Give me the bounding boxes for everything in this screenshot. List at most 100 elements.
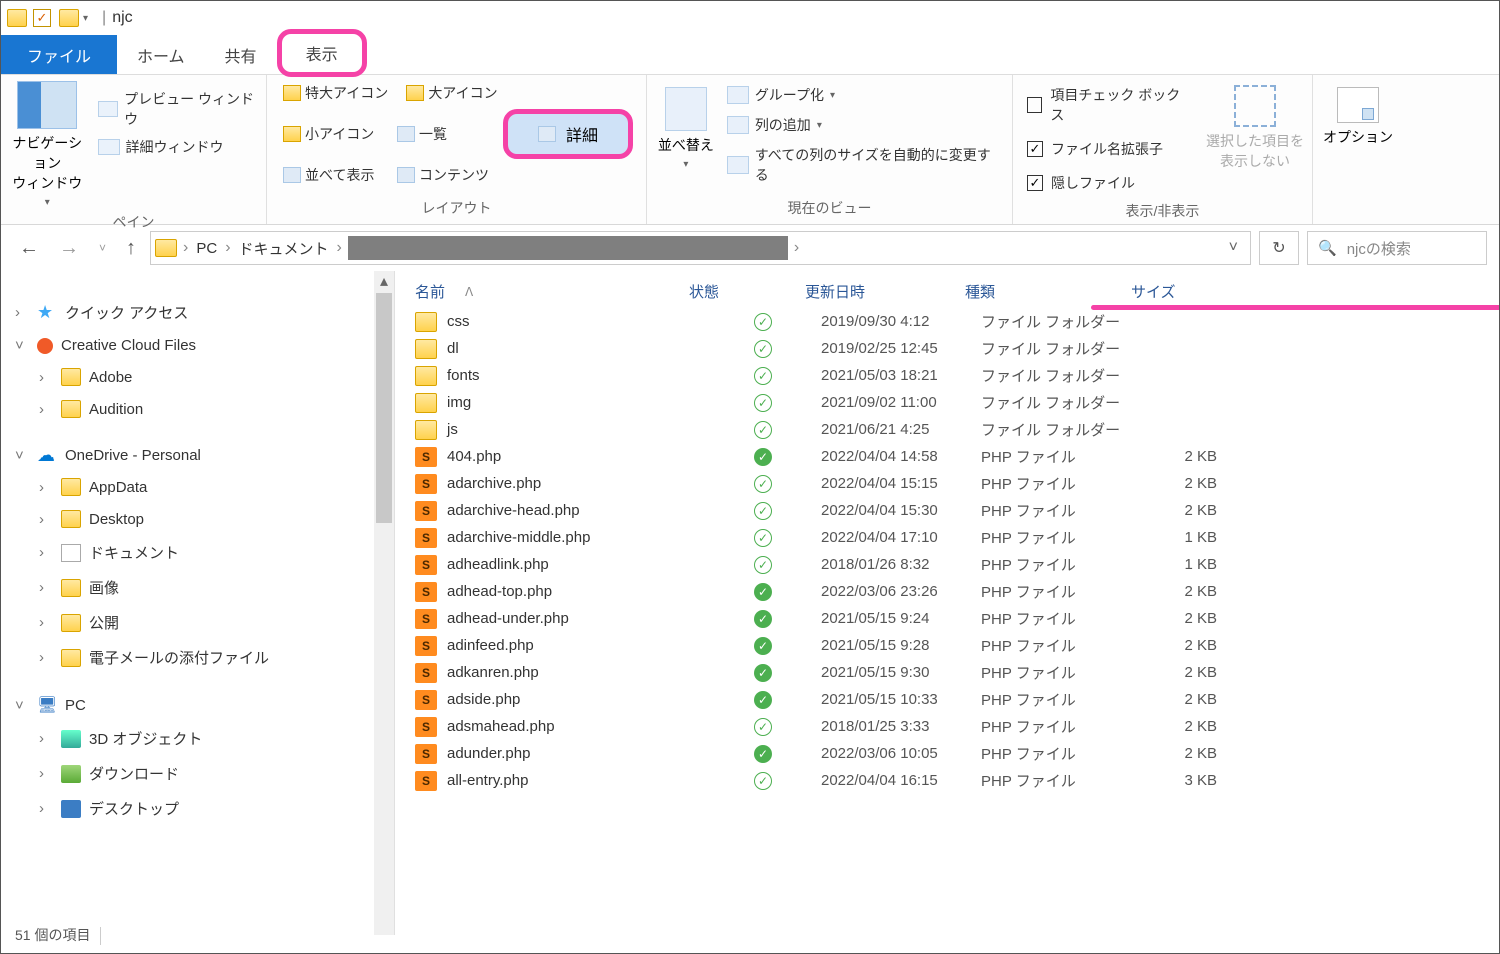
- expand-icon[interactable]: ›: [15, 304, 29, 321]
- qat-dropdown[interactable]: ▾: [83, 13, 88, 24]
- breadcrumb[interactable]: ドキュメント: [237, 238, 331, 259]
- expand-icon[interactable]: ›: [39, 730, 53, 747]
- folder-icon: [155, 239, 177, 257]
- file-extensions-toggle[interactable]: ファイル名拡張子: [1027, 139, 1188, 159]
- file-row[interactable]: img✓2021/09/02 11:00ファイル フォルダー: [395, 389, 1499, 416]
- tab-share[interactable]: 共有: [205, 35, 277, 74]
- expand-icon[interactable]: ˅: [15, 337, 29, 354]
- file-name: adarchive-middle.php: [447, 529, 705, 546]
- file-row[interactable]: Sadside.php✓2021/05/15 10:33PHP ファイル2 KB: [395, 686, 1499, 713]
- options-button[interactable]: オプション: [1321, 81, 1395, 147]
- search-input[interactable]: 🔍 njcの検索: [1307, 231, 1487, 265]
- tree-item[interactable]: ›画像: [15, 570, 394, 605]
- tree-item[interactable]: ›AppData: [15, 471, 394, 503]
- file-row[interactable]: Sadkanren.php✓2021/05/15 9:30PHP ファイル2 K…: [395, 659, 1499, 686]
- details-pane-button[interactable]: 詳細ウィンドウ: [98, 137, 258, 157]
- tree-item[interactable]: ›ダウンロード: [15, 756, 394, 791]
- file-row[interactable]: Sadhead-top.php✓2022/03/06 23:26PHP ファイル…: [395, 578, 1499, 605]
- forward-button[interactable]: →: [53, 237, 85, 260]
- file-state: ✓: [705, 475, 821, 493]
- file-row[interactable]: Sadinfeed.php✓2021/05/15 9:28PHP ファイル2 K…: [395, 632, 1499, 659]
- refresh-button[interactable]: ↻: [1259, 231, 1299, 265]
- expand-icon[interactable]: ›: [39, 765, 53, 782]
- column-name[interactable]: 名前ᐱ: [415, 281, 689, 302]
- file-row[interactable]: S404.php✓2022/04/04 14:58PHP ファイル2 KB: [395, 443, 1499, 470]
- file-state: ✓: [705, 421, 821, 439]
- file-row[interactable]: Sadarchive-middle.php✓2022/04/04 17:10PH…: [395, 524, 1499, 551]
- column-size[interactable]: サイズ: [1131, 281, 1221, 302]
- php-icon: S: [415, 609, 437, 629]
- file-row[interactable]: js✓2021/06/21 4:25ファイル フォルダー: [395, 416, 1499, 443]
- expand-icon[interactable]: ˅: [15, 697, 29, 714]
- expand-icon[interactable]: ›: [39, 369, 53, 386]
- expand-icon[interactable]: ›: [39, 479, 53, 496]
- layout-l-icons[interactable]: 大アイコン: [398, 81, 510, 105]
- column-state[interactable]: 状態: [689, 281, 805, 302]
- tree-item[interactable]: ›電子メールの添付ファイル: [15, 640, 394, 675]
- autosize-columns-button[interactable]: すべての列のサイズを自動的に変更する: [727, 145, 1004, 185]
- layout-s-icons[interactable]: 小アイコン: [275, 109, 387, 159]
- layout-content[interactable]: コンテンツ: [389, 163, 501, 187]
- scrollbar[interactable]: ▴: [374, 271, 394, 935]
- preview-pane-button[interactable]: プレビュー ウィンドウ: [98, 89, 258, 129]
- tree-item[interactable]: ˅Creative Cloud Files: [15, 330, 394, 361]
- tab-home[interactable]: ホーム: [117, 35, 205, 74]
- address-input[interactable]: › PC › ドキュメント › › ˅: [150, 231, 1251, 265]
- file-row[interactable]: Sadarchive-head.php✓2022/04/04 15:30PHP …: [395, 497, 1499, 524]
- expand-icon[interactable]: ›: [39, 614, 53, 631]
- tree-item[interactable]: ›Adobe: [15, 361, 394, 393]
- layout-xl-icons[interactable]: 特大アイコン: [275, 81, 396, 105]
- layout-details[interactable]: 詳細: [503, 109, 633, 159]
- file-row[interactable]: dl✓2019/02/25 12:45ファイル フォルダー: [395, 335, 1499, 362]
- tree-item[interactable]: ›デスクトップ: [15, 791, 394, 826]
- file-row[interactable]: css✓2019/09/30 4:12ファイル フォルダー: [395, 308, 1499, 335]
- file-name: adarchive-head.php: [447, 502, 705, 519]
- up-button[interactable]: ↑: [120, 237, 142, 260]
- layout-list[interactable]: 一覧: [389, 109, 501, 159]
- sort-button[interactable]: 並べ替え ▾: [655, 81, 717, 194]
- expand-icon[interactable]: ›: [39, 511, 53, 528]
- expand-icon[interactable]: ›: [39, 800, 53, 817]
- layout-tiles[interactable]: 並べて表示: [275, 163, 387, 187]
- save-icon[interactable]: ✓: [33, 9, 51, 27]
- tree-item[interactable]: ›ドキュメント: [15, 535, 394, 570]
- tab-view[interactable]: 表示: [277, 29, 367, 77]
- expand-icon[interactable]: ›: [39, 401, 53, 418]
- file-row[interactable]: Sadheadlink.php✓2018/01/26 8:32PHP ファイル1…: [395, 551, 1499, 578]
- back-button[interactable]: ←: [13, 237, 45, 260]
- file-state: ✓: [705, 772, 821, 790]
- tree-item[interactable]: ›★クイック アクセス: [15, 295, 394, 330]
- file-row[interactable]: Sadunder.php✓2022/03/06 10:05PHP ファイル2 K…: [395, 740, 1499, 767]
- item-checkboxes-toggle[interactable]: 項目チェック ボックス: [1027, 85, 1188, 125]
- tree-item[interactable]: ˅🖥PC: [15, 689, 394, 721]
- expand-icon[interactable]: ›: [39, 544, 53, 561]
- tree-item[interactable]: ˅☁OneDrive - Personal: [15, 439, 394, 471]
- tree-item[interactable]: ›3D オブジェクト: [15, 721, 394, 756]
- scrollbar-thumb[interactable]: [376, 293, 392, 523]
- file-type: PHP ファイル: [981, 716, 1147, 737]
- file-row[interactable]: Sadsmahead.php✓2018/01/25 3:33PHP ファイル2 …: [395, 713, 1499, 740]
- expand-icon[interactable]: ›: [39, 649, 53, 666]
- breadcrumb[interactable]: PC: [194, 240, 219, 257]
- expand-icon[interactable]: ˅: [15, 447, 29, 464]
- group-by-button[interactable]: グループ化▾: [727, 85, 1004, 105]
- column-type[interactable]: 種類: [965, 281, 1131, 302]
- tab-file[interactable]: ファイル: [1, 35, 117, 74]
- file-row[interactable]: Sadhead-under.php✓2021/05/15 9:24PHP ファイ…: [395, 605, 1499, 632]
- history-dropdown[interactable]: ˅: [93, 241, 112, 255]
- tree-item[interactable]: ›Audition: [15, 393, 394, 425]
- icon: [283, 126, 301, 142]
- folder-icon: [7, 9, 27, 27]
- address-dropdown[interactable]: ˅: [1221, 239, 1246, 257]
- add-columns-button[interactable]: 列の追加▾: [727, 115, 1004, 135]
- file-row[interactable]: Sadarchive.php✓2022/04/04 15:15PHP ファイル2…: [395, 470, 1499, 497]
- nav-pane-button[interactable]: ナビゲーション ウィンドウ ▾: [9, 81, 86, 208]
- expand-icon[interactable]: ›: [39, 579, 53, 596]
- file-row[interactable]: Sall-entry.php✓2022/04/04 16:15PHP ファイル3…: [395, 767, 1499, 794]
- file-row[interactable]: fonts✓2021/05/03 18:21ファイル フォルダー: [395, 362, 1499, 389]
- column-date[interactable]: 更新日時: [805, 281, 965, 302]
- tree-item[interactable]: ›公開: [15, 605, 394, 640]
- hidden-files-toggle[interactable]: 隠しファイル: [1027, 173, 1188, 193]
- file-type: ファイル フォルダー: [981, 392, 1147, 413]
- tree-item[interactable]: ›Desktop: [15, 503, 394, 535]
